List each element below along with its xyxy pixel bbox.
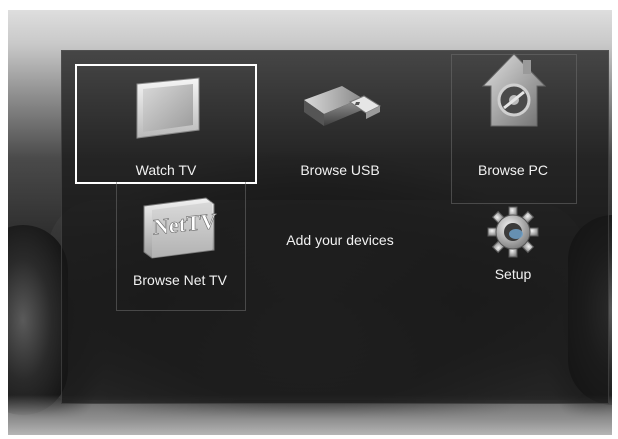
usb-drive-icon [304, 86, 382, 126]
tv-icon [136, 77, 200, 139]
menu-item-browse-usb[interactable]: Browse USB [270, 80, 410, 180]
gear-icon [487, 206, 539, 258]
menu-item-label: Browse Net TV [133, 272, 227, 288]
add-devices-link[interactable]: Add your devices [270, 232, 410, 248]
menu-item-label: Watch TV [135, 162, 197, 178]
home-menu-screen: Watch TV Browse USB Browse PC NetTV Brow… [8, 10, 612, 435]
menu-item-watch-tv[interactable]: Watch TV [75, 64, 257, 184]
net-tv-icon: NetTV [143, 197, 217, 259]
menu-item-label: Browse PC [477, 162, 549, 178]
background-tyre-left [8, 225, 68, 415]
menu-item-setup[interactable]: Setup [451, 206, 575, 296]
menu-item-browse-pc[interactable]: Browse PC [451, 53, 575, 190]
home-network-icon [481, 53, 547, 127]
menu-item-browse-net-tv[interactable]: NetTV Browse Net TV [116, 190, 244, 300]
menu-item-label: Browse USB [300, 162, 380, 178]
menu-item-label: Setup [494, 266, 532, 282]
